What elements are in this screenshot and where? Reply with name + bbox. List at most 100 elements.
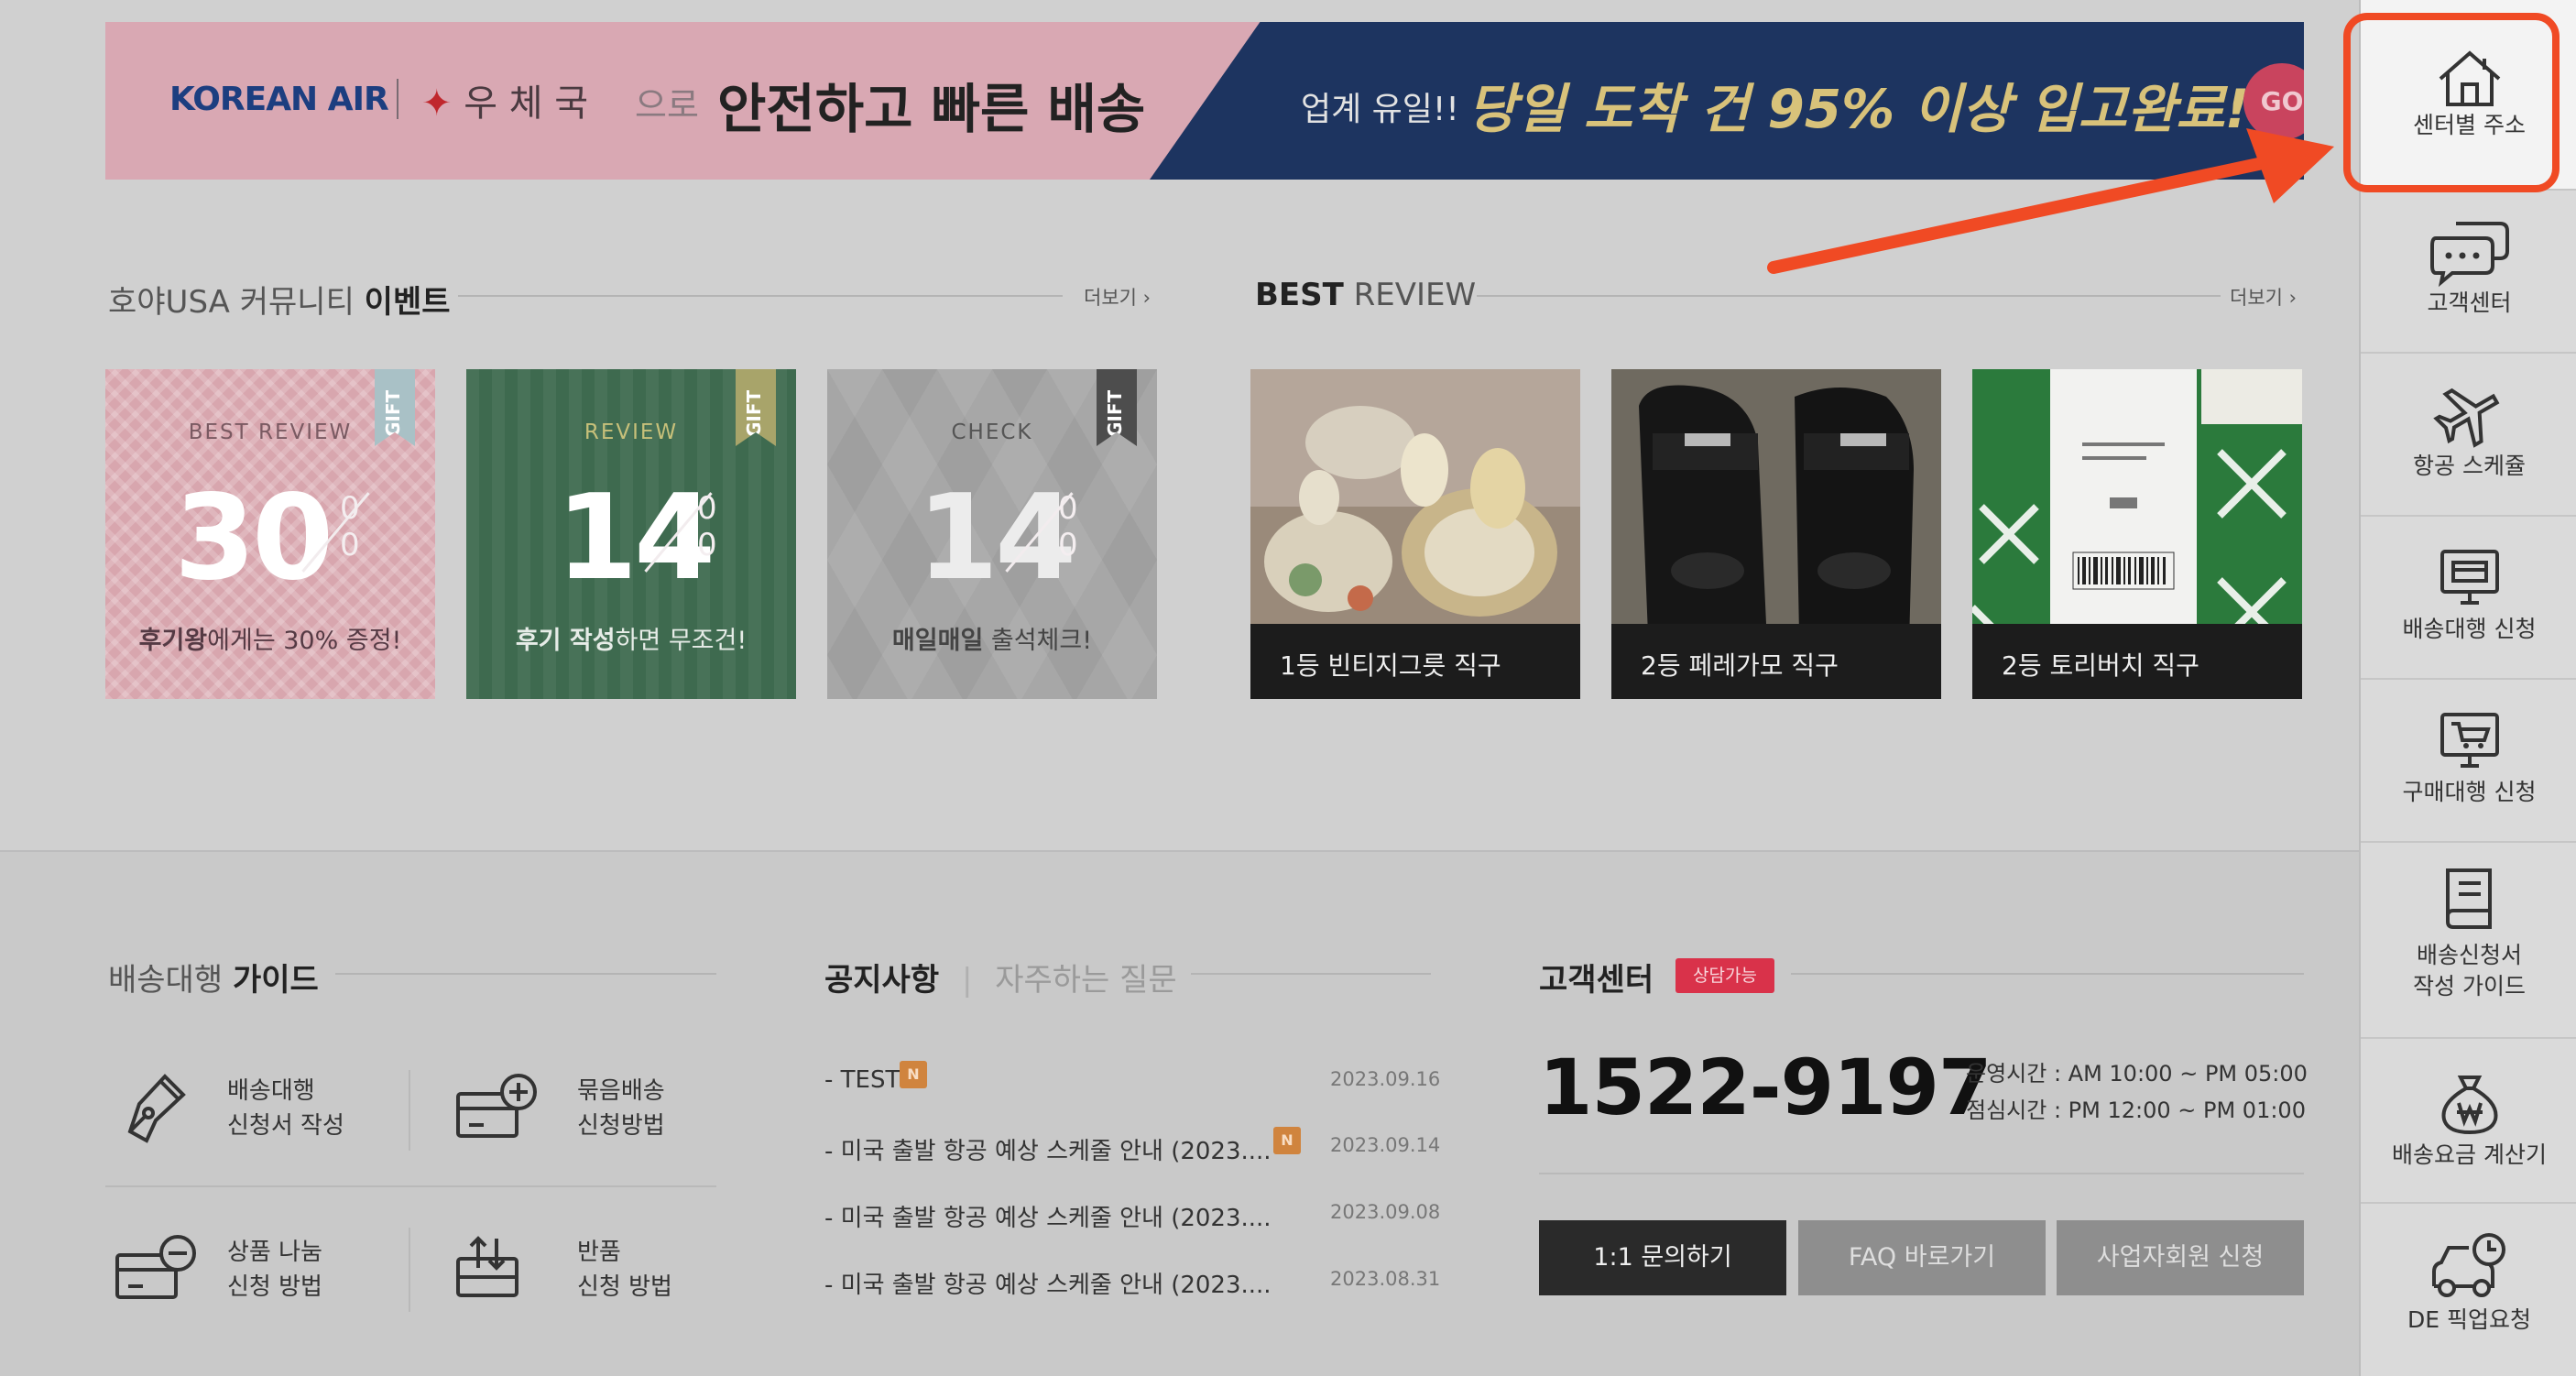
banner-right-headline: 당일 도착 건 95% 이상 입고완료! xyxy=(1468,78,2250,140)
event-card-caption: 매일매일 출석체크! xyxy=(827,620,1157,656)
event-card-caption-bold: 매일매일 xyxy=(891,627,984,655)
operating-hours: 운영시간 : AM 10:00 ~ PM 05:00 xyxy=(1966,1061,2308,1087)
events-title-bold: 이벤트 xyxy=(364,284,451,321)
guide-title: 배송대행 가이드 xyxy=(108,955,319,999)
event-card-number: 14 xyxy=(917,470,1076,606)
event-card-caption-bold: 후기왕 xyxy=(138,627,208,655)
notice-item[interactable]: - 미국 출발 항공 예상 스케줄 안내 (2023.... xyxy=(824,1132,1272,1166)
best-review-title-bold: BEST xyxy=(1255,277,1344,313)
cs-divider xyxy=(1539,1173,2304,1174)
new-badge: N xyxy=(1273,1127,1301,1154)
sidebar-item-fee-calculator[interactable]: 배송요금 계산기 xyxy=(2361,1039,2576,1204)
pickup-car-icon xyxy=(2431,1233,2505,1297)
sidebar-item-label-line2: 작성 가이드 xyxy=(2413,973,2526,999)
chat-bubble-icon xyxy=(2429,222,2509,288)
event-card-caption-rest: 에게는 30% 증정! xyxy=(207,627,402,655)
guide-item-line1: 상품 나눔 xyxy=(227,1239,322,1266)
sidebar-item-label: DE 픽업요청 xyxy=(2407,1306,2531,1333)
banner-subtext: 업계 유일!! xyxy=(1301,91,1459,128)
event-card-caption-rest: 출석체크! xyxy=(983,627,1093,655)
guide-title-rule xyxy=(335,973,716,975)
cs-title-label: 고객센터 xyxy=(1539,962,1654,999)
notice-date: 2023.09.08 xyxy=(1330,1201,1441,1223)
event-card-number: 14 xyxy=(556,470,715,606)
highlight-box xyxy=(2343,13,2560,192)
event-card-review[interactable]: GIFT REVIEW 14 0 0 후기 작성하면 무조건! xyxy=(466,369,796,699)
guide-divider xyxy=(409,1228,410,1312)
business-signup-button[interactable]: 사업자회원 신청 xyxy=(2057,1220,2304,1295)
sidebar-item-shipping-guide[interactable]: 배송신청서 작성 가이드 xyxy=(2361,843,2576,1039)
money-bag-icon xyxy=(2441,1076,2497,1135)
event-card-caption-bold: 후기 작성 xyxy=(515,627,616,655)
guide-item-line1: 묶음배송 xyxy=(577,1077,665,1105)
guide-item-split-label: 상품 나눔 신청 방법 xyxy=(227,1235,322,1305)
percent-zeros: 0 0 xyxy=(697,490,717,563)
event-card-check[interactable]: GIFT CHECK 14 0 0 매일매일 출석체크! xyxy=(827,369,1157,699)
percent-zeros: 0 0 xyxy=(1058,490,1078,563)
event-card-caption: 후기 작성하면 무조건! xyxy=(466,620,796,656)
tab-notice[interactable]: 공지사항 xyxy=(824,962,939,999)
cs-title: 고객센터 xyxy=(1539,955,1654,999)
consult-available-badge: 상담가능 xyxy=(1675,958,1774,993)
cs-title-rule xyxy=(1791,973,2304,975)
best-review-title-light: REVIEW xyxy=(1353,277,1477,313)
sidebar-item-flight-schedule[interactable]: 항공 스케쥴 xyxy=(2361,354,2576,517)
review-title-rule xyxy=(1477,295,2221,297)
post-office-logo: ✦ 우 체 국 xyxy=(421,73,588,126)
event-card-number: 30 xyxy=(174,470,333,606)
notice-item[interactable]: - 미국 출발 항공 예상 스케줄 안내 (2023.... xyxy=(824,1266,1272,1300)
events-title-light: 호야USA 커뮤니티 xyxy=(108,284,355,321)
box-plus-icon xyxy=(456,1074,537,1138)
sidebar-item-label: 배송대행 신청 xyxy=(2402,616,2537,642)
review-caption: 2등 페레가모 직구 xyxy=(1611,624,1941,699)
sidebar-item-de-pickup[interactable]: DE 픽업요청 xyxy=(2361,1204,2576,1376)
guide-item-bundle[interactable] xyxy=(453,1070,540,1147)
monitor-cart-icon xyxy=(2440,713,2499,768)
review-card[interactable]: 2등 페레가모 직구 xyxy=(1611,369,1941,699)
guide-item-application[interactable] xyxy=(119,1067,192,1153)
sidebar-item-label: 항공 스케쥴 xyxy=(2413,453,2526,479)
post-office-label: 우 체 국 xyxy=(464,82,589,125)
sidebar-item-shipping-request[interactable]: 배송대행 신청 xyxy=(2361,517,2576,680)
event-card-caption-rest: 하면 무조건! xyxy=(615,627,748,655)
guide-item-line2: 신청 방법 xyxy=(577,1273,672,1301)
sidebar-item-label: 배송요금 계산기 xyxy=(2392,1141,2547,1168)
faq-button[interactable]: FAQ 바로가기 xyxy=(1798,1220,2046,1295)
tab-faq[interactable]: 자주하는 질문 xyxy=(995,962,1177,999)
review-caption: 2등 토리버치 직구 xyxy=(1972,624,2302,699)
guide-item-return-label: 반품신청 방법 xyxy=(577,1235,672,1305)
review-card[interactable]: 1등 빈티지그릇 직구 xyxy=(1250,369,1580,699)
banner-particle: 으로 xyxy=(635,85,699,126)
monitor-box-icon xyxy=(2440,550,2499,605)
guide-item-line2: 신청서 작성 xyxy=(227,1112,344,1140)
event-card-best-review[interactable]: GIFT BEST REVIEW 30 0 0 후기왕에게는 30% 증정! xyxy=(105,369,435,699)
review-card[interactable]: 2등 토리버치 직구 xyxy=(1972,369,2302,699)
notice-item[interactable]: - TEST xyxy=(824,1066,900,1094)
sidebar-item-purchase-request[interactable]: 구매대행 신청 xyxy=(2361,680,2576,843)
quick-menu-sidebar: 센터별 주소 고객센터 항공 스케쥴 배송대행 신청 구매대행 신청 배송신청서… xyxy=(2359,0,2576,1376)
events-more-link[interactable]: 더보기 › xyxy=(1084,283,1151,311)
book-icon xyxy=(2445,868,2492,929)
review-more-link[interactable]: 더보기 › xyxy=(2230,283,2297,311)
guide-divider xyxy=(409,1070,410,1151)
guide-item-bundle-label: 묶음배송 신청방법 xyxy=(577,1074,665,1143)
review-caption: 1등 빈티지그릇 직구 xyxy=(1250,624,1580,699)
guide-item-return[interactable] xyxy=(453,1231,526,1308)
sidebar-item-customer-center[interactable]: 고객센터 xyxy=(2361,191,2576,354)
notice-date: 2023.09.16 xyxy=(1330,1068,1441,1090)
post-office-mark: ✦ xyxy=(421,82,453,125)
notice-title-rule xyxy=(1191,973,1431,975)
sidebar-item-label: 구매대행 신청 xyxy=(2402,779,2537,805)
inquiry-button[interactable]: 1:1 문의하기 xyxy=(1539,1220,1786,1295)
percent-zeros: 0 0 xyxy=(340,490,360,563)
event-card-subtitle: BEST REVIEW xyxy=(188,420,353,444)
notice-item[interactable]: - 미국 출발 항공 예상 스케줄 안내 (2023.... xyxy=(824,1199,1272,1233)
guide-item-line1: 반품 xyxy=(577,1239,621,1266)
phone-number: 1522-9197 xyxy=(1539,1043,1992,1132)
promo-banner[interactable]: KOREAN AIR ✦ 우 체 국 으로 안전하고 빠른 배송 업계 유일!!… xyxy=(105,22,2304,180)
events-title: 호야USA 커뮤니티 이벤트 xyxy=(108,277,451,322)
notice-date: 2023.09.14 xyxy=(1330,1134,1441,1156)
events-title-rule xyxy=(458,295,1063,297)
notice-date: 2023.08.31 xyxy=(1330,1268,1441,1290)
guide-item-split[interactable] xyxy=(112,1231,200,1308)
